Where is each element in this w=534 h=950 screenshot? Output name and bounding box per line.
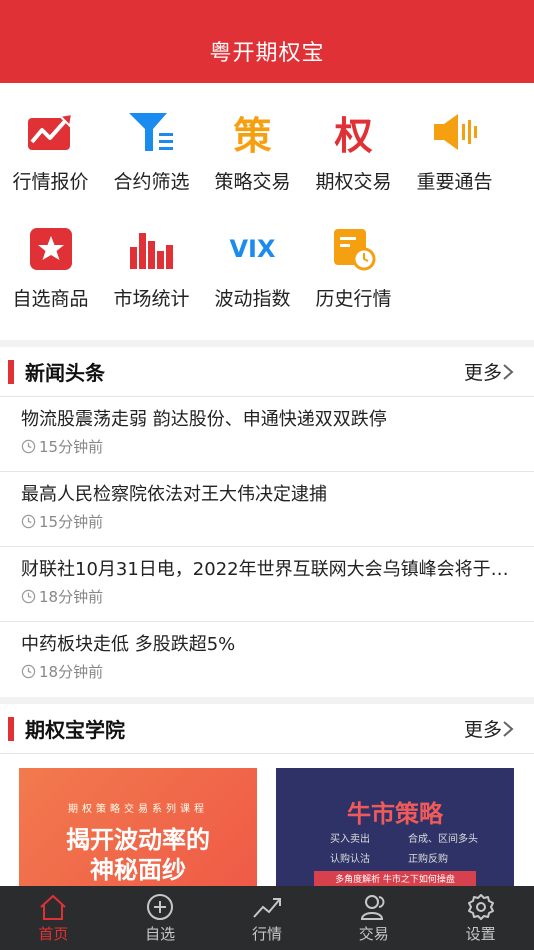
academy-title-group: 期权宝学院: [0, 714, 125, 743]
grid-item-label: 期权交易: [315, 171, 392, 193]
grid-item-label: 合约筛选: [113, 171, 190, 193]
tab-label: 设置: [465, 924, 496, 943]
news-item-time: 15分钟前: [21, 511, 514, 532]
news-time-text: 15分钟前: [39, 438, 104, 456]
grid-item-option-trade[interactable]: 权 期权交易: [303, 107, 404, 224]
app-title: 粤开期权宝: [209, 41, 325, 66]
grid-row-1: 行情报价 合约筛选 策 策略交易 权 期权交易 重要通告: [0, 107, 534, 224]
chevron-right-icon: [503, 363, 514, 380]
tab-label: 交易: [358, 924, 389, 943]
news-item[interactable]: 物流股震荡走弱 韵达股份、申通快递双双跌停 15分钟前: [0, 397, 534, 472]
card-feature: 合成、区间多头: [408, 834, 478, 845]
grid-item-label: 市场统计: [113, 288, 190, 310]
grid-item-strategy-trade[interactable]: 策 策略交易: [202, 107, 303, 224]
vix-icon: VIX: [228, 224, 278, 274]
history-icon: [329, 224, 379, 274]
news-section: 新闻头条 更多 物流股震荡走弱 韵达股份、申通快递双双跌停 15分钟前 最高人民…: [0, 347, 534, 697]
news-item-title: 财联社10月31日电，2022年世界互联网大会乌镇峰会将于11月9日开幕: [21, 559, 514, 580]
home-icon: [40, 894, 67, 920]
option-glyph: 权: [334, 113, 373, 158]
bar-chart-icon: [127, 224, 177, 274]
card-title-line2: 神秘面纱: [90, 856, 186, 884]
trend-icon: [253, 897, 281, 918]
academy-section: 期权宝学院 更多 期权策略交易系列课程 揭开波动率的 神秘面纱 牛市策略 买入卖…: [0, 704, 534, 889]
news-time-text: 18分钟前: [39, 663, 104, 681]
plus-circle-icon: [147, 893, 174, 920]
grid-item-contract-filter[interactable]: 合约筛选: [101, 107, 202, 224]
strategy-glyph: 策: [233, 113, 272, 158]
tab-trade[interactable]: 交易: [329, 893, 419, 944]
news-item-time: 18分钟前: [21, 586, 514, 607]
grid-item-watchlist[interactable]: 自选商品: [0, 224, 101, 341]
section-accent-bar: [8, 359, 14, 384]
academy-card-bull-strategy[interactable]: 牛市策略 买入卖出 合成、区间多头 认购认沽 正购反购 多角度解析 牛市之下如何…: [276, 768, 514, 889]
tab-settings[interactable]: 设置: [436, 893, 526, 944]
academy-more-link[interactable]: 更多: [464, 715, 514, 742]
grid-item-market-stats[interactable]: 市场统计: [101, 224, 202, 341]
grid-row-2: 自选商品 市场统计 VIX 波动指数 历史行情: [0, 224, 534, 341]
academy-cards: 期权策略交易系列课程 揭开波动率的 神秘面纱 牛市策略 买入卖出 合成、区间多头…: [0, 754, 534, 889]
news-item-time: 18分钟前: [21, 661, 514, 682]
users-icon: [360, 894, 385, 920]
academy-header: 期权宝学院 更多: [0, 704, 534, 754]
grid-item-important-notice[interactable]: 重要通告: [404, 107, 505, 224]
star-icon: [26, 224, 76, 274]
news-item[interactable]: 财联社10月31日电，2022年世界互联网大会乌镇峰会将于11月9日开幕 18分…: [0, 547, 534, 622]
function-grid: 行情报价 合约筛选 策 策略交易 权 期权交易 重要通告 自选商品 市场统计 V…: [0, 83, 534, 340]
news-header: 新闻头条 更多: [0, 347, 534, 397]
grid-item-label: 策略交易: [214, 171, 291, 193]
news-title-group: 新闻头条: [0, 357, 105, 386]
card-feature: 正购反购: [408, 854, 448, 865]
tab-label: 行情: [251, 924, 282, 943]
grid-item-label: 行情报价: [12, 171, 89, 193]
card-feature: 认购认沽: [330, 854, 370, 865]
tab-label: 自选: [145, 924, 176, 943]
chevron-right-icon: [503, 720, 514, 737]
gear-icon: [467, 893, 494, 920]
vix-glyph: VIX: [229, 235, 276, 263]
card-feature: 买入卖出: [330, 834, 370, 845]
academy-card-volatility[interactable]: 期权策略交易系列课程 揭开波动率的 神秘面纱: [19, 768, 257, 889]
option-icon: 权: [329, 107, 379, 158]
news-item-title: 物流股震荡走弱 韵达股份、申通快递双双跌停: [21, 409, 387, 430]
clock-icon: [21, 439, 36, 454]
tab-home[interactable]: 首页: [8, 893, 98, 944]
grid-item-market-quote[interactable]: 行情报价: [0, 107, 101, 224]
news-item-title: 最高人民检察院依法对王大伟决定逮捕: [21, 484, 327, 505]
card-title: 牛市策略: [347, 800, 443, 828]
tab-watchlist[interactable]: 自选: [115, 893, 205, 944]
news-item-time: 15分钟前: [21, 436, 514, 457]
news-time-text: 15分钟前: [39, 513, 104, 531]
news-more-link[interactable]: 更多: [464, 358, 514, 385]
filter-icon: [127, 107, 177, 157]
news-title: 新闻头条: [25, 361, 105, 385]
section-accent-bar: [8, 716, 14, 741]
app-root: 粤开期权宝 行情报价 合约筛选 策 策略交易 权 期权交易 重要通告 自选商品 …: [0, 0, 534, 950]
news-item-title: 中药板块走低 多股跌超5%: [21, 634, 236, 655]
more-label: 更多: [463, 362, 502, 384]
grid-item-history-quote[interactable]: 历史行情: [303, 224, 404, 341]
grid-item-label: 自选商品: [12, 288, 89, 310]
grid-item-label: 波动指数: [214, 288, 291, 310]
clock-icon: [21, 514, 36, 529]
news-item[interactable]: 最高人民检察院依法对王大伟决定逮捕 15分钟前: [0, 472, 534, 547]
bottom-tab-bar: 首页 自选 行情 交易 设置: [0, 886, 534, 950]
clock-icon: [21, 664, 36, 679]
grid-item-volatility-index[interactable]: VIX 波动指数: [202, 224, 303, 341]
tab-label: 首页: [38, 924, 69, 943]
news-item[interactable]: 中药板块走低 多股跌超5% 18分钟前: [0, 622, 534, 697]
news-time-text: 18分钟前: [39, 588, 104, 606]
market-quote-icon: [26, 107, 76, 157]
card-subtitle: 期权策略交易系列课程: [68, 804, 208, 815]
speaker-icon: [430, 107, 480, 157]
grid-item-label: 历史行情: [315, 288, 392, 310]
app-header: 粤开期权宝: [0, 0, 534, 83]
strategy-icon: 策: [228, 107, 278, 158]
grid-item-label: 重要通告: [416, 171, 493, 193]
academy-title: 期权宝学院: [25, 718, 125, 742]
tab-market[interactable]: 行情: [222, 893, 312, 944]
more-label: 更多: [463, 719, 502, 741]
clock-icon: [21, 589, 36, 604]
